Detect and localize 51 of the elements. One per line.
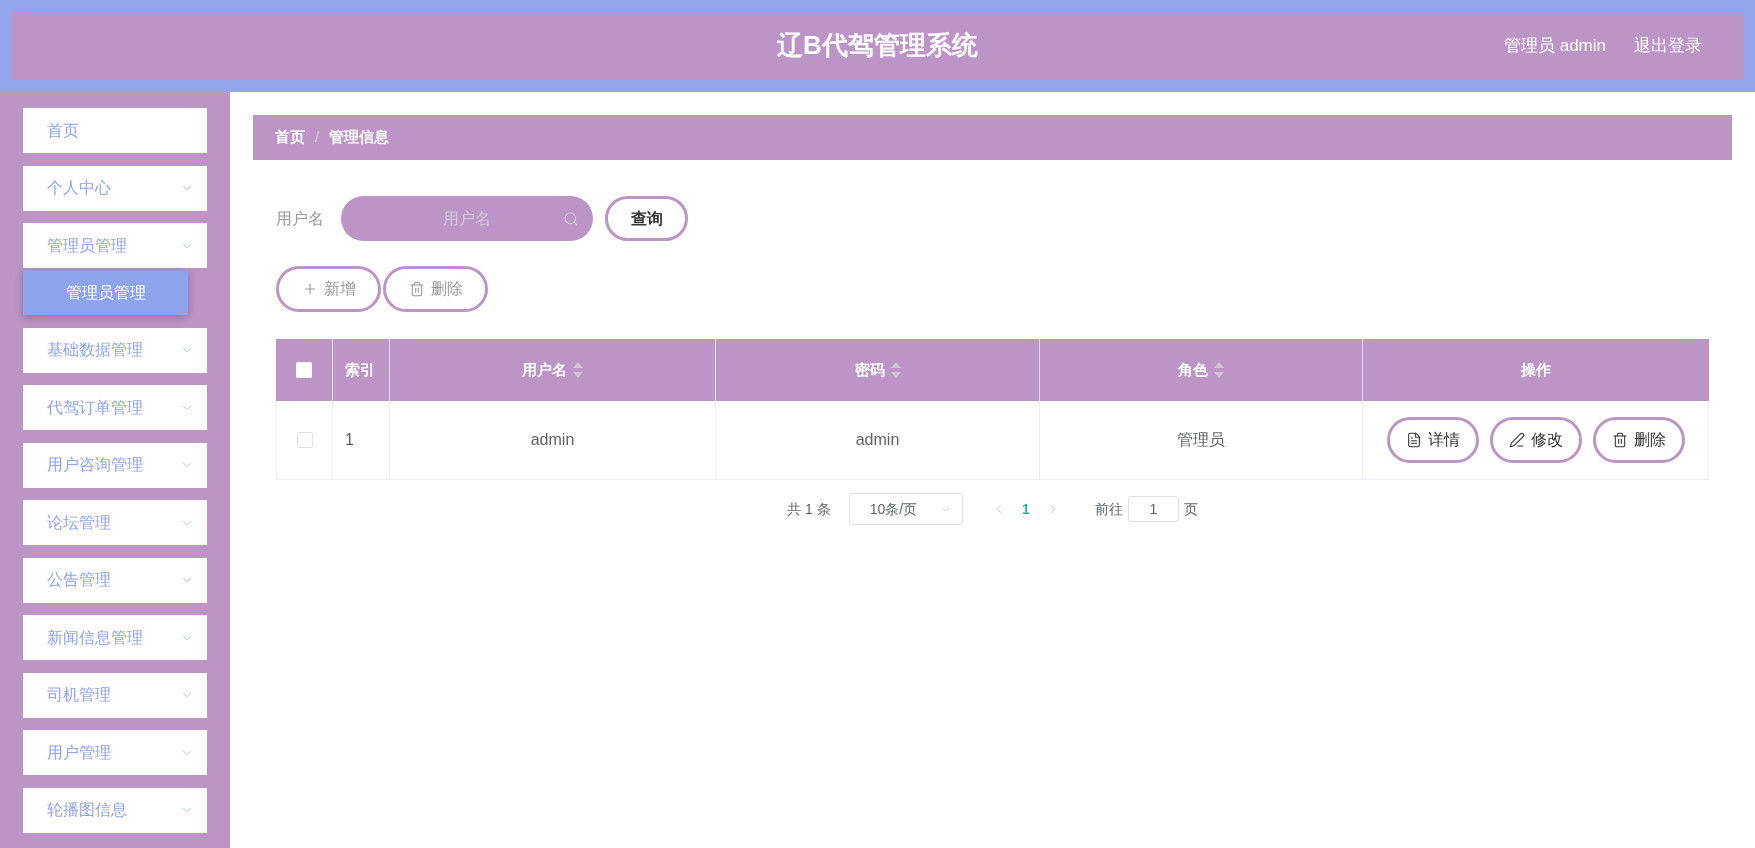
table-cell: 管理员 [1040, 401, 1363, 479]
page-input[interactable]: 1 [1127, 496, 1179, 522]
breadcrumb-separator: / [315, 127, 320, 148]
column-header: 用户名 [522, 359, 567, 380]
sidebar-item[interactable]: 个人中心 [23, 165, 207, 211]
delete-button[interactable]: 删除 [1592, 417, 1685, 463]
table-cell: 1 [333, 401, 390, 479]
breadcrumb-current: 管理信息 [329, 127, 390, 148]
column-header: 密码 [854, 359, 885, 380]
sidebar-item[interactable]: 论坛管理 [23, 500, 207, 545]
sidebar-item[interactable]: 基础数据管理 [23, 327, 207, 373]
sidebar-item[interactable]: 轮播图信息 [23, 787, 207, 833]
sidebar-item[interactable]: 首页 [23, 108, 207, 153]
sort-icon[interactable] [890, 362, 901, 378]
search-icon [563, 210, 579, 227]
submenu-item[interactable]: 管理员管理 [23, 270, 188, 315]
page-number[interactable]: 1 [1010, 495, 1041, 523]
sidebar-item[interactable]: 司机管理 [23, 672, 207, 718]
goto-suffix: 页 [1183, 499, 1198, 519]
document-icon [1405, 432, 1422, 448]
total-count: 共 1 条 [787, 499, 831, 519]
user-name: 管理员 admin [1503, 34, 1606, 57]
sidebar-item[interactable]: 公告管理 [23, 557, 207, 603]
row-checkbox[interactable] [296, 432, 313, 448]
column-header: 角色 [1178, 359, 1208, 380]
table-cell: admin [390, 401, 716, 479]
sidebar-item[interactable]: 用户管理 [23, 730, 207, 775]
edit-button[interactable]: 修改 [1489, 417, 1582, 463]
pencil-icon [1508, 432, 1525, 448]
column-header: 索引 [345, 359, 375, 380]
app-title: 辽B代驾管理系统 [777, 29, 978, 62]
logout-link[interactable]: 退出登录 [1634, 32, 1702, 59]
goto-label: 前往 [1094, 499, 1123, 519]
add-button[interactable]: 新增 [276, 266, 381, 312]
select-all-checkbox[interactable] [296, 362, 312, 378]
table-cell: admin [716, 401, 1040, 479]
detail-button[interactable]: 详情 [1386, 417, 1479, 463]
delete-button[interactable]: 删除 [383, 266, 488, 312]
search-label: 用户名 [276, 208, 324, 229]
sort-icon[interactable] [1214, 362, 1224, 378]
sidebar-item[interactable]: 代驾订单管理 [23, 385, 207, 430]
page-size-select[interactable]: 10条/页 [848, 493, 963, 525]
trash-icon [408, 281, 425, 297]
sort-icon[interactable] [573, 362, 583, 378]
sidebar-item[interactable]: 用户咨询管理 [23, 442, 207, 488]
breadcrumb-link[interactable]: 首页 [275, 126, 305, 149]
sidebar-item[interactable]: 新闻信息管理 [23, 615, 207, 660]
query-button[interactable]: 查询 [605, 196, 688, 241]
trash-icon [1611, 432, 1628, 448]
column-header: 操作 [1521, 359, 1551, 380]
sidebar-item[interactable]: 管理员管理 [23, 223, 207, 268]
